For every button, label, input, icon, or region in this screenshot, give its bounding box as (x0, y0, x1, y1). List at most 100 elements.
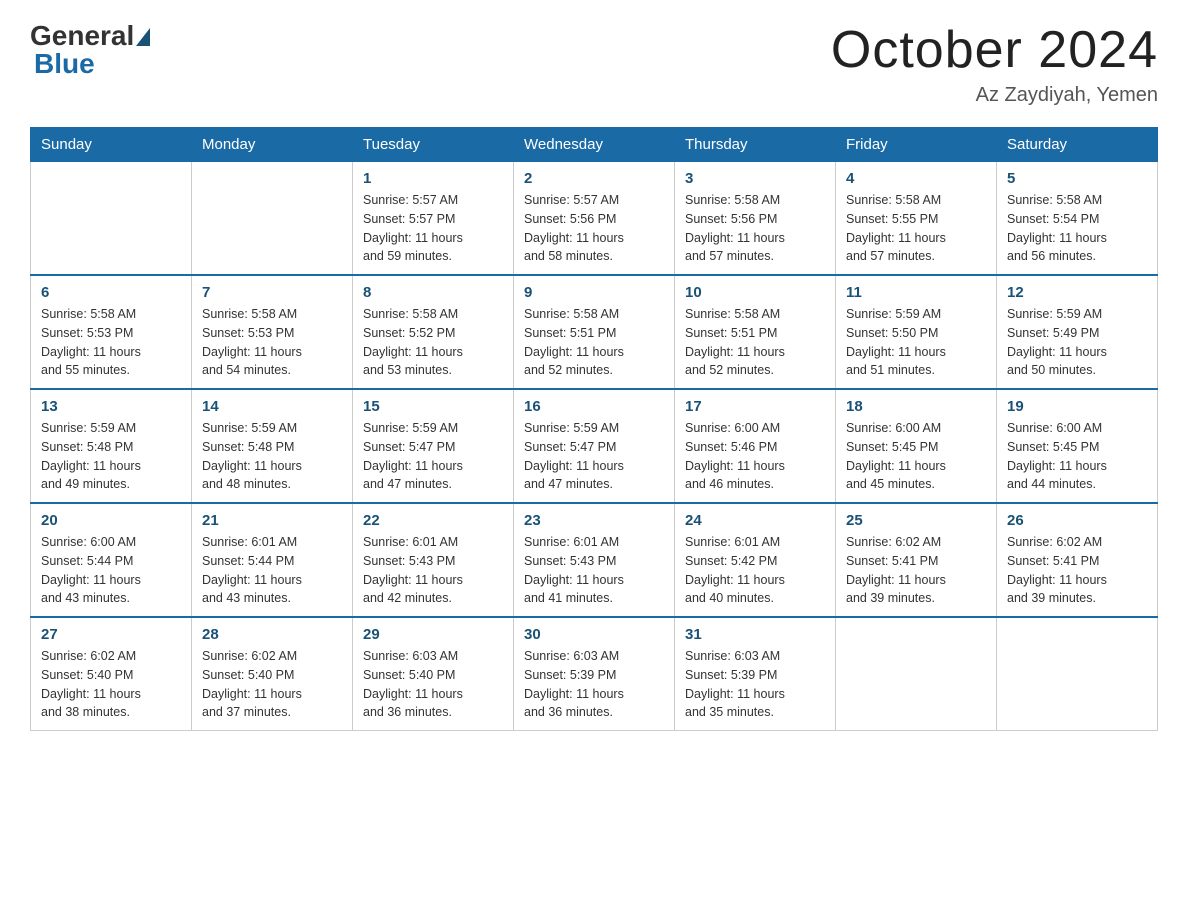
day-info: Sunrise: 5:59 AM Sunset: 5:49 PM Dayligh… (1007, 305, 1147, 380)
day-cell: 12 Sunrise: 5:59 AM Sunset: 5:49 PM Dayli… (997, 275, 1158, 389)
day-number: 6 (41, 284, 181, 301)
calendar-subtitle: Az Zaydiyah, Yemen (831, 84, 1158, 107)
day-number: 2 (524, 170, 664, 187)
day-info: Sunrise: 6:01 AM Sunset: 5:43 PM Dayligh… (524, 533, 664, 608)
day-info: Sunrise: 5:59 AM Sunset: 5:50 PM Dayligh… (846, 305, 986, 380)
day-info: Sunrise: 5:59 AM Sunset: 5:47 PM Dayligh… (524, 419, 664, 494)
day-cell: 11Sunrise: 5:59 AM Sunset: 5:50 PM Dayli… (836, 275, 997, 389)
day-info: Sunrise: 6:03 AM Sunset: 5:39 PM Dayligh… (685, 647, 825, 722)
day-info: Sunrise: 6:01 AM Sunset: 5:42 PM Dayligh… (685, 533, 825, 608)
day-info: Sunrise: 6:00 AM Sunset: 5:45 PM Dayligh… (846, 419, 986, 494)
day-cell: 30 Sunrise: 6:03 AM Sunset: 5:39 PM Dayli… (514, 617, 675, 731)
day-number: 5 (1007, 170, 1147, 187)
header-cell-saturday: Saturday (997, 128, 1158, 162)
day-number: 8 (363, 284, 503, 301)
day-info: Sunrise: 5:58 AM Sunset: 5:53 PM Dayligh… (202, 305, 342, 380)
day-cell (31, 162, 192, 276)
page-header: General Blue October 2024 Az Zaydiyah, Y… (30, 20, 1158, 107)
day-info: Sunrise: 6:02 AM Sunset: 5:40 PM Dayligh… (41, 647, 181, 722)
day-info: Sunrise: 6:02 AM Sunset: 5:41 PM Dayligh… (1007, 533, 1147, 608)
day-info: Sunrise: 6:00 AM Sunset: 5:44 PM Dayligh… (41, 533, 181, 608)
day-number: 9 (524, 284, 664, 301)
day-number: 7 (202, 284, 342, 301)
header-cell-sunday: Sunday (31, 128, 192, 162)
day-cell (192, 162, 353, 276)
day-info: Sunrise: 5:57 AM Sunset: 5:57 PM Dayligh… (363, 191, 503, 266)
logo-blue-text: Blue (34, 48, 95, 80)
day-number: 30 (524, 626, 664, 643)
day-info: Sunrise: 6:00 AM Sunset: 5:45 PM Dayligh… (1007, 419, 1147, 494)
day-number: 25 (846, 512, 986, 529)
day-number: 28 (202, 626, 342, 643)
day-cell: 21 Sunrise: 6:01 AM Sunset: 5:44 PM Dayli… (192, 503, 353, 617)
day-cell: 8 Sunrise: 5:58 AM Sunset: 5:52 PM Daylig… (353, 275, 514, 389)
day-number: 3 (685, 170, 825, 187)
day-cell: 14Sunrise: 5:59 AM Sunset: 5:48 PM Dayli… (192, 389, 353, 503)
day-info: Sunrise: 5:58 AM Sunset: 5:56 PM Dayligh… (685, 191, 825, 266)
day-info: Sunrise: 5:58 AM Sunset: 5:51 PM Dayligh… (685, 305, 825, 380)
day-info: Sunrise: 6:02 AM Sunset: 5:40 PM Dayligh… (202, 647, 342, 722)
day-number: 19 (1007, 398, 1147, 415)
header-cell-tuesday: Tuesday (353, 128, 514, 162)
day-info: Sunrise: 6:01 AM Sunset: 5:43 PM Dayligh… (363, 533, 503, 608)
day-cell: 20Sunrise: 6:00 AM Sunset: 5:44 PM Dayli… (31, 503, 192, 617)
day-info: Sunrise: 6:03 AM Sunset: 5:39 PM Dayligh… (524, 647, 664, 722)
day-cell: 25 Sunrise: 6:02 AM Sunset: 5:41 PM Dayli… (836, 503, 997, 617)
title-section: October 2024 Az Zaydiyah, Yemen (831, 20, 1158, 107)
day-number: 21 (202, 512, 342, 529)
day-cell: 6 Sunrise: 5:58 AM Sunset: 5:53 PM Daylig… (31, 275, 192, 389)
day-info: Sunrise: 6:03 AM Sunset: 5:40 PM Dayligh… (363, 647, 503, 722)
day-info: Sunrise: 5:58 AM Sunset: 5:53 PM Dayligh… (41, 305, 181, 380)
day-number: 1 (363, 170, 503, 187)
day-number: 13 (41, 398, 181, 415)
day-cell: 27 Sunrise: 6:02 AM Sunset: 5:40 PM Dayli… (31, 617, 192, 731)
day-cell: 3 Sunrise: 5:58 AM Sunset: 5:56 PM Daylig… (675, 162, 836, 276)
day-number: 10 (685, 284, 825, 301)
day-number: 15 (363, 398, 503, 415)
day-cell: 15 Sunrise: 5:59 AM Sunset: 5:47 PM Dayli… (353, 389, 514, 503)
day-number: 26 (1007, 512, 1147, 529)
day-number: 23 (524, 512, 664, 529)
header-cell-monday: Monday (192, 128, 353, 162)
day-cell (997, 617, 1158, 731)
day-cell (836, 617, 997, 731)
day-info: Sunrise: 6:02 AM Sunset: 5:41 PM Dayligh… (846, 533, 986, 608)
week-row-2: 6 Sunrise: 5:58 AM Sunset: 5:53 PM Daylig… (31, 275, 1158, 389)
day-number: 4 (846, 170, 986, 187)
day-number: 31 (685, 626, 825, 643)
day-cell: 23 Sunrise: 6:01 AM Sunset: 5:43 PM Dayli… (514, 503, 675, 617)
day-info: Sunrise: 5:58 AM Sunset: 5:52 PM Dayligh… (363, 305, 503, 380)
week-row-1: 1 Sunrise: 5:57 AM Sunset: 5:57 PM Daylig… (31, 162, 1158, 276)
day-number: 17 (685, 398, 825, 415)
week-row-4: 20Sunrise: 6:00 AM Sunset: 5:44 PM Dayli… (31, 503, 1158, 617)
day-info: Sunrise: 5:58 AM Sunset: 5:54 PM Dayligh… (1007, 191, 1147, 266)
day-info: Sunrise: 5:59 AM Sunset: 5:47 PM Dayligh… (363, 419, 503, 494)
day-cell: 10 Sunrise: 5:58 AM Sunset: 5:51 PM Dayli… (675, 275, 836, 389)
header-row: SundayMondayTuesdayWednesdayThursdayFrid… (31, 128, 1158, 162)
day-info: Sunrise: 6:01 AM Sunset: 5:44 PM Dayligh… (202, 533, 342, 608)
calendar-title: October 2024 (831, 20, 1158, 80)
logo-arrow-icon (136, 28, 150, 46)
day-cell: 22 Sunrise: 6:01 AM Sunset: 5:43 PM Dayli… (353, 503, 514, 617)
day-info: Sunrise: 5:58 AM Sunset: 5:55 PM Dayligh… (846, 191, 986, 266)
day-info: Sunrise: 6:00 AM Sunset: 5:46 PM Dayligh… (685, 419, 825, 494)
day-number: 29 (363, 626, 503, 643)
day-number: 12 (1007, 284, 1147, 301)
day-info: Sunrise: 5:59 AM Sunset: 5:48 PM Dayligh… (41, 419, 181, 494)
day-cell: 2Sunrise: 5:57 AM Sunset: 5:56 PM Daylig… (514, 162, 675, 276)
header-cell-thursday: Thursday (675, 128, 836, 162)
day-number: 22 (363, 512, 503, 529)
day-cell: 5 Sunrise: 5:58 AM Sunset: 5:54 PM Daylig… (997, 162, 1158, 276)
day-number: 18 (846, 398, 986, 415)
day-cell: 16Sunrise: 5:59 AM Sunset: 5:47 PM Dayli… (514, 389, 675, 503)
day-cell: 26 Sunrise: 6:02 AM Sunset: 5:41 PM Dayli… (997, 503, 1158, 617)
day-cell: 24Sunrise: 6:01 AM Sunset: 5:42 PM Dayli… (675, 503, 836, 617)
day-cell: 18 Sunrise: 6:00 AM Sunset: 5:45 PM Dayli… (836, 389, 997, 503)
day-cell: 19 Sunrise: 6:00 AM Sunset: 5:45 PM Dayli… (997, 389, 1158, 503)
day-cell: 1 Sunrise: 5:57 AM Sunset: 5:57 PM Daylig… (353, 162, 514, 276)
day-cell: 31 Sunrise: 6:03 AM Sunset: 5:39 PM Dayli… (675, 617, 836, 731)
day-cell: 4 Sunrise: 5:58 AM Sunset: 5:55 PM Daylig… (836, 162, 997, 276)
day-cell: 17 Sunrise: 6:00 AM Sunset: 5:46 PM Dayli… (675, 389, 836, 503)
day-number: 27 (41, 626, 181, 643)
logo: General Blue (30, 20, 150, 80)
